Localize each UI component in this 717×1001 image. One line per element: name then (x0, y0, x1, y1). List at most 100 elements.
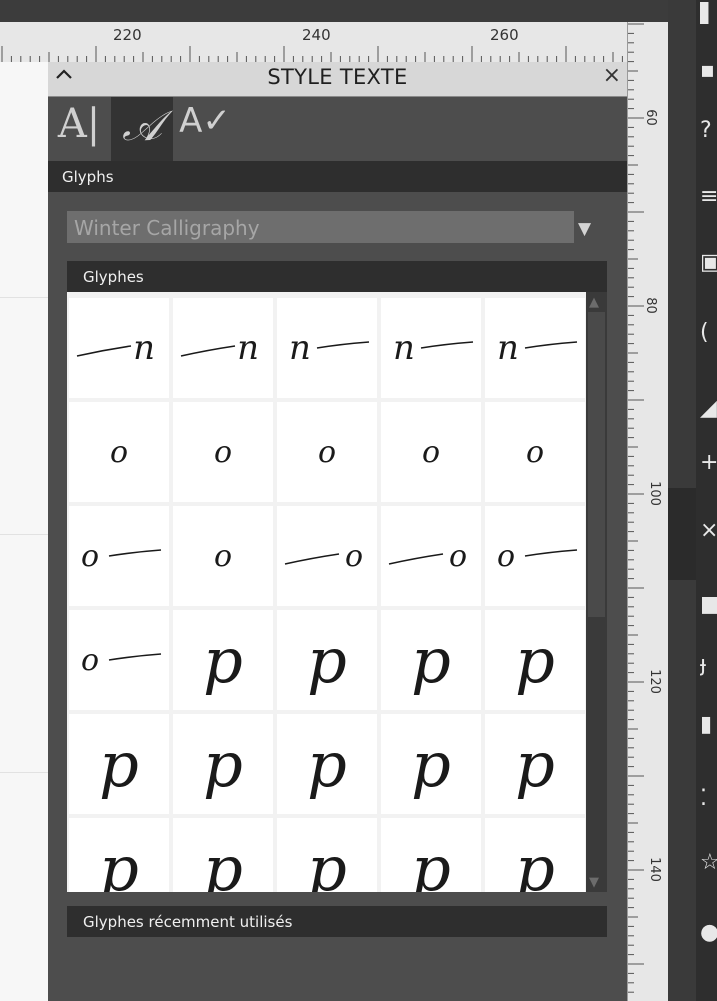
glyph-char: o (497, 538, 516, 574)
panel-title-bar[interactable]: STYLE TEXTE × (48, 62, 627, 97)
glyph-cell[interactable]: p (485, 818, 585, 892)
glyph-cell[interactable]: o (173, 402, 273, 502)
glyph-char: p (307, 831, 347, 893)
glyph-cell[interactable]: o (485, 506, 585, 606)
tab-glyphs[interactable]: 𝒜 (111, 97, 173, 161)
glyph-char: p (203, 831, 243, 893)
recent-glyphs-header[interactable]: Glyphes récemment utilisés (67, 906, 607, 937)
glyph-char: p (203, 727, 243, 801)
glyph-char: p (99, 831, 139, 893)
glyph-cell[interactable]: n (277, 298, 377, 398)
font-select[interactable]: Winter Calligraphy (67, 211, 574, 243)
glyph-cell[interactable]: p (69, 714, 169, 814)
glyph-char: p (515, 831, 555, 893)
ruler-label-220: 220 (113, 26, 142, 44)
ruler-ticks (628, 23, 644, 993)
glyph-cell[interactable]: p (277, 714, 377, 814)
glyph-cell[interactable]: p (173, 714, 273, 814)
glyph-char: n (497, 328, 519, 368)
canvas-gridline (0, 534, 48, 535)
horizontal-ruler: 220 240 260 (0, 22, 627, 63)
glyph-cell[interactable]: p (173, 610, 273, 710)
glyph-cell[interactable]: o (69, 506, 169, 606)
glyph-char: n (393, 328, 415, 368)
ruler-label-240: 240 (302, 26, 331, 44)
circle-icon[interactable]: ( (700, 322, 717, 344)
glyph-grid: nnnnnooooooooooopppppppppppppp (67, 292, 586, 892)
glyph-cell[interactable]: p (381, 818, 481, 892)
square-icon[interactable]: ■ (700, 594, 717, 616)
ruler-label-60: 60 (642, 109, 658, 126)
glyph-char: n (237, 328, 259, 368)
dropdown-arrow-icon[interactable]: ▼ (578, 219, 591, 239)
font-select-value: Winter Calligraphy (74, 216, 260, 240)
spellcheck-icon: A✓ (179, 101, 231, 141)
glyph-char: p (515, 727, 555, 801)
tab-character[interactable]: A| (48, 97, 110, 161)
glyph-cell[interactable]: o (381, 402, 481, 502)
glyph-cell[interactable]: o (69, 610, 169, 710)
glyph-cell[interactable]: n (69, 298, 169, 398)
glyph-cell[interactable]: p (277, 818, 377, 892)
glyphs-section-label: Glyphs (62, 168, 114, 186)
glyph-char: o (421, 434, 441, 470)
star-icon[interactable]: ☆ (700, 852, 717, 874)
top-menu-strip (0, 0, 668, 22)
glyph-cell[interactable]: p (277, 610, 377, 710)
image-icon[interactable]: ▪ (700, 60, 717, 82)
glyph-cell[interactable]: o (381, 506, 481, 606)
vertical-ruler: 60 80 100 120 140 (627, 22, 669, 1001)
align-icon[interactable]: ≡ (700, 186, 717, 208)
glyph-char: o (213, 538, 233, 574)
glyph-cell[interactable]: p (485, 714, 585, 814)
glyphs-section-header[interactable]: Glyphs (48, 161, 627, 192)
scroll-up-icon[interactable]: ▲ (589, 295, 599, 310)
glyph-cell[interactable]: n (381, 298, 481, 398)
glyph-cell[interactable]: p (69, 818, 169, 892)
more-icon[interactable]: ● (700, 922, 717, 944)
glyph-cell[interactable]: o (173, 506, 273, 606)
dots-icon[interactable]: ⁚ (700, 788, 717, 810)
scrollbar-thumb[interactable] (588, 312, 605, 617)
right-toolbar: ▌ ▪ ? ≡ ▣ ( ◢ + × ■ ɟ ▮ ⁚ ☆ ● (696, 0, 717, 1001)
glyph-char: o (317, 434, 337, 470)
glyph-box-title: Glyphes (83, 268, 144, 286)
glyph-char: p (515, 623, 555, 697)
glyph-char: p (411, 623, 451, 697)
glyph-cell[interactable]: o (277, 402, 377, 502)
glyph-cell[interactable]: p (381, 714, 481, 814)
layers-icon[interactable]: ▌ (700, 2, 717, 24)
panel-tabs: A| 𝒜 A✓ (48, 97, 627, 161)
glyph-cell[interactable]: p (381, 610, 481, 710)
plus-icon[interactable]: + (700, 452, 717, 474)
toolbar-gutter (668, 0, 696, 1001)
ruler-label-140: 140 (646, 857, 662, 882)
glyph-grid-scrollbar[interactable]: ▲ ▼ (586, 292, 607, 892)
glyph-char: p (99, 727, 139, 801)
glyph-char: n (133, 328, 155, 368)
grid-icon[interactable]: ▣ (700, 252, 717, 274)
glyph-cell[interactable]: p (485, 610, 585, 710)
cursor-icon[interactable]: ? (700, 120, 717, 142)
glyph-cell[interactable]: p (173, 818, 273, 892)
glyph-cell[interactable]: n (173, 298, 273, 398)
glyph-cell[interactable]: o (485, 402, 585, 502)
ruler-label-260: 260 (490, 26, 519, 44)
glyph-cell[interactable]: n (485, 298, 585, 398)
scroll-indicator[interactable] (668, 488, 696, 580)
canvas-gridline (0, 772, 48, 773)
glyph-char: o (525, 434, 545, 470)
glyph-char: p (203, 623, 243, 697)
tab-spellcheck[interactable]: A✓ (174, 97, 236, 161)
glyph-cell[interactable]: o (277, 506, 377, 606)
close-icon[interactable]: × (700, 520, 717, 542)
pen-icon[interactable]: ◢ (700, 398, 717, 420)
brush-icon[interactable]: ɟ (700, 654, 717, 676)
design-canvas[interactable] (0, 62, 48, 1001)
glyph-char: p (411, 831, 451, 893)
scroll-down-icon[interactable]: ▼ (589, 875, 599, 890)
page-icon[interactable]: ▮ (700, 714, 717, 736)
glyph-char: o (344, 538, 363, 574)
glyph-cell[interactable]: o (69, 402, 169, 502)
close-icon[interactable]: × (603, 63, 621, 88)
